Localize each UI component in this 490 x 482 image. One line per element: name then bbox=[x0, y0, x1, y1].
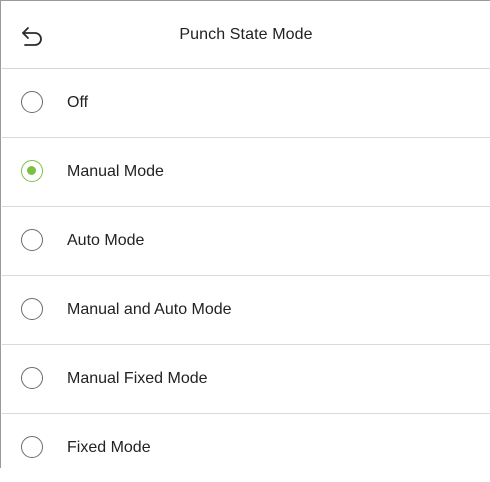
screen-frame: Punch State Mode Off Manual Mode Auto Mo… bbox=[0, 0, 490, 468]
option-auto-mode[interactable]: Auto Mode bbox=[2, 207, 490, 276]
radio-button-icon[interactable] bbox=[21, 436, 43, 458]
page-title: Punch State Mode bbox=[179, 26, 313, 43]
option-label: Auto Mode bbox=[67, 232, 145, 249]
radio-button-icon[interactable] bbox=[21, 298, 43, 320]
option-fixed-mode[interactable]: Fixed Mode bbox=[2, 414, 490, 482]
option-label: Manual and Auto Mode bbox=[67, 301, 232, 318]
option-manual-fixed-mode[interactable]: Manual Fixed Mode bbox=[2, 345, 490, 414]
option-label: Manual Mode bbox=[67, 163, 164, 180]
option-manual-mode[interactable]: Manual Mode bbox=[2, 138, 490, 207]
radio-button-icon[interactable] bbox=[21, 160, 43, 182]
options-list: Off Manual Mode Auto Mode Manual and Aut… bbox=[2, 69, 490, 482]
back-arrow-icon[interactable] bbox=[20, 26, 46, 48]
option-label: Manual Fixed Mode bbox=[67, 370, 208, 387]
radio-button-icon[interactable] bbox=[21, 367, 43, 389]
radio-button-icon[interactable] bbox=[21, 229, 43, 251]
option-manual-and-auto-mode[interactable]: Manual and Auto Mode bbox=[2, 276, 490, 345]
option-off[interactable]: Off bbox=[2, 69, 490, 138]
option-label: Fixed Mode bbox=[67, 439, 151, 456]
header-bar: Punch State Mode bbox=[2, 2, 490, 69]
option-label: Off bbox=[67, 94, 89, 111]
radio-button-icon[interactable] bbox=[21, 91, 43, 113]
